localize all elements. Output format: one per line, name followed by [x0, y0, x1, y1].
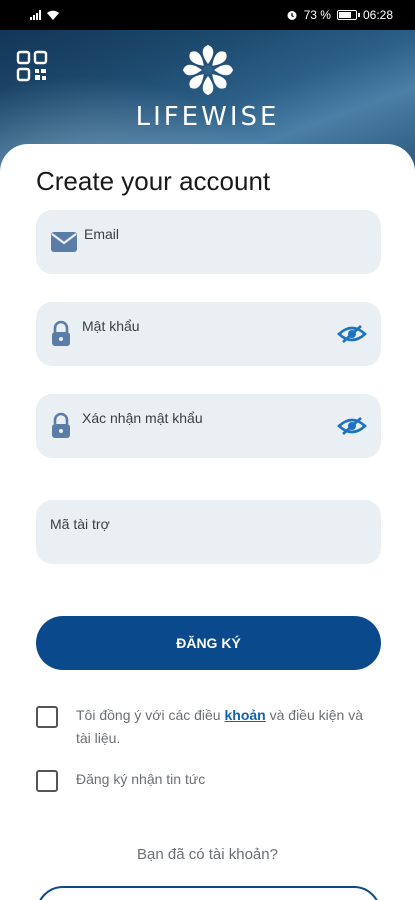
newsletter-checkbox[interactable]	[36, 770, 58, 792]
confirm-password-field[interactable]: Xác nhận mật khẩu	[36, 394, 381, 458]
terms-text: Tôi đồng ý với các điều khoản và điều ki…	[76, 704, 381, 750]
status-bar: 73 % 06:28	[0, 0, 415, 30]
terms-link[interactable]: khoản	[224, 707, 265, 723]
sponsor-code-field[interactable]: Mã tài trợ	[36, 500, 381, 564]
register-card: Create your account Email Mật khẩu Xác n…	[0, 144, 415, 900]
page-title: Create your account	[36, 166, 271, 196]
sponsor-code-label: Mã tài trợ	[50, 516, 110, 532]
terms-text-before: Tôi đồng ý với các điều	[76, 707, 225, 723]
newsletter-row: Đăng ký nhận tin tức	[36, 768, 381, 792]
password-label: Mật khẩu	[82, 318, 140, 334]
eye-slash-icon[interactable]	[337, 324, 367, 344]
login-button[interactable]	[36, 886, 381, 900]
alarm-icon	[287, 11, 297, 20]
lifewise-flower-logo	[182, 45, 233, 95]
lock-icon	[52, 412, 70, 438]
terms-checkbox[interactable]	[36, 706, 58, 728]
status-left	[30, 10, 60, 21]
password-field[interactable]: Mật khẩu	[36, 302, 381, 366]
newsletter-label: Đăng ký nhận tin tức	[76, 771, 206, 787]
brand-logo: LIFEWISE	[0, 44, 415, 132]
signal-icon	[30, 10, 41, 20]
email-label: Email	[84, 226, 120, 242]
have-account-text: Bạn đã có tài khoản?	[137, 846, 278, 863]
brand-name: LIFEWISE	[135, 102, 280, 132]
battery-percent: 73 %	[303, 8, 331, 22]
clock: 06:28	[362, 8, 393, 22]
battery-icon	[336, 10, 360, 20]
terms-row: Tôi đồng ý với các điều khoản và điều ki…	[36, 704, 381, 750]
confirm-password-label: Xác nhận mật khẩu	[82, 410, 203, 426]
eye-slash-icon[interactable]	[337, 416, 367, 436]
status-right: 73 % 06:28	[286, 8, 393, 22]
lock-icon	[52, 320, 70, 346]
email-field[interactable]: Email	[36, 210, 381, 274]
email-icon	[51, 232, 77, 252]
wifi-icon	[47, 10, 59, 20]
register-button[interactable]: ĐĂNG KÝ	[36, 616, 381, 670]
